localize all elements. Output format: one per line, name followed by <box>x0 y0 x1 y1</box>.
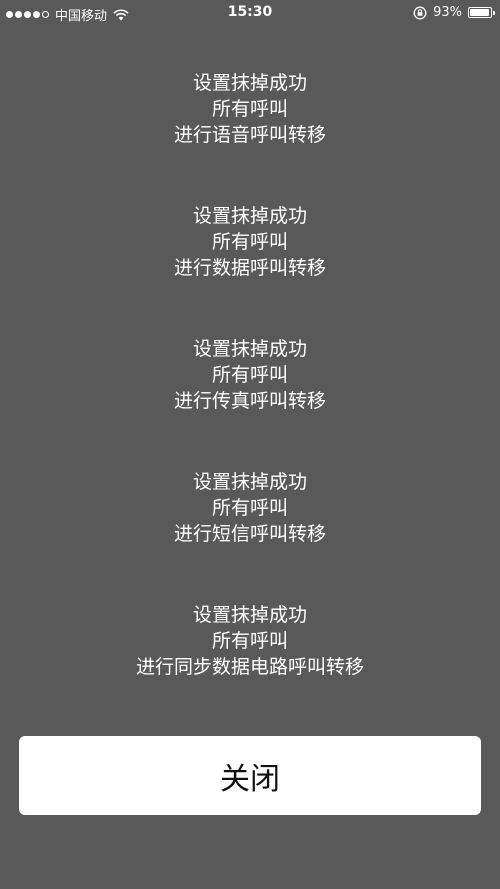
message-line: 进行数据呼叫转移 <box>173 257 326 279</box>
status-right: 93% <box>413 5 495 20</box>
message-line: 所有呼叫 <box>211 630 288 652</box>
message-line: 进行短信呼叫转移 <box>173 523 326 545</box>
battery-percent: 93% <box>433 5 462 20</box>
close-button[interactable]: 关闭 <box>19 736 481 815</box>
message-block: 设置抹掉成功 所有呼叫 进行数据呼叫转移 <box>0 203 500 336</box>
status-bar: 中国移动 15:30 93% <box>0 0 500 28</box>
message-line: 设置抹掉成功 <box>192 338 307 360</box>
message-line: 进行语音呼叫转移 <box>173 124 326 146</box>
message-block: 设置抹掉成功 所有呼叫 进行短信呼叫转移 <box>0 469 500 602</box>
mmi-result-screen: 中国移动 15:30 93% 设置抹掉成功 所有呼叫 进行语音呼叫转移 设置抹掉… <box>0 0 500 889</box>
battery-level <box>470 9 489 16</box>
message-line: 所有呼叫 <box>211 231 288 253</box>
message-line: 进行传真呼叫转移 <box>173 390 326 412</box>
message-list: 设置抹掉成功 所有呼叫 进行语音呼叫转移 设置抹掉成功 所有呼叫 进行数据呼叫转… <box>0 70 500 735</box>
message-line: 进行同步数据电路呼叫转移 <box>135 656 364 678</box>
battery-icon <box>468 7 495 18</box>
message-line: 所有呼叫 <box>211 98 288 120</box>
message-line: 所有呼叫 <box>211 497 288 519</box>
message-block: 设置抹掉成功 所有呼叫 进行同步数据电路呼叫转移 <box>0 602 500 735</box>
message-line: 设置抹掉成功 <box>192 471 307 493</box>
message-block: 设置抹掉成功 所有呼叫 进行语音呼叫转移 <box>0 70 500 203</box>
message-line: 设置抹掉成功 <box>192 604 307 626</box>
message-line: 设置抹掉成功 <box>192 205 307 227</box>
message-line: 设置抹掉成功 <box>192 72 307 94</box>
message-line: 所有呼叫 <box>211 364 288 386</box>
message-block: 设置抹掉成功 所有呼叫 进行传真呼叫转移 <box>0 336 500 469</box>
rotation-lock-icon <box>413 6 427 19</box>
